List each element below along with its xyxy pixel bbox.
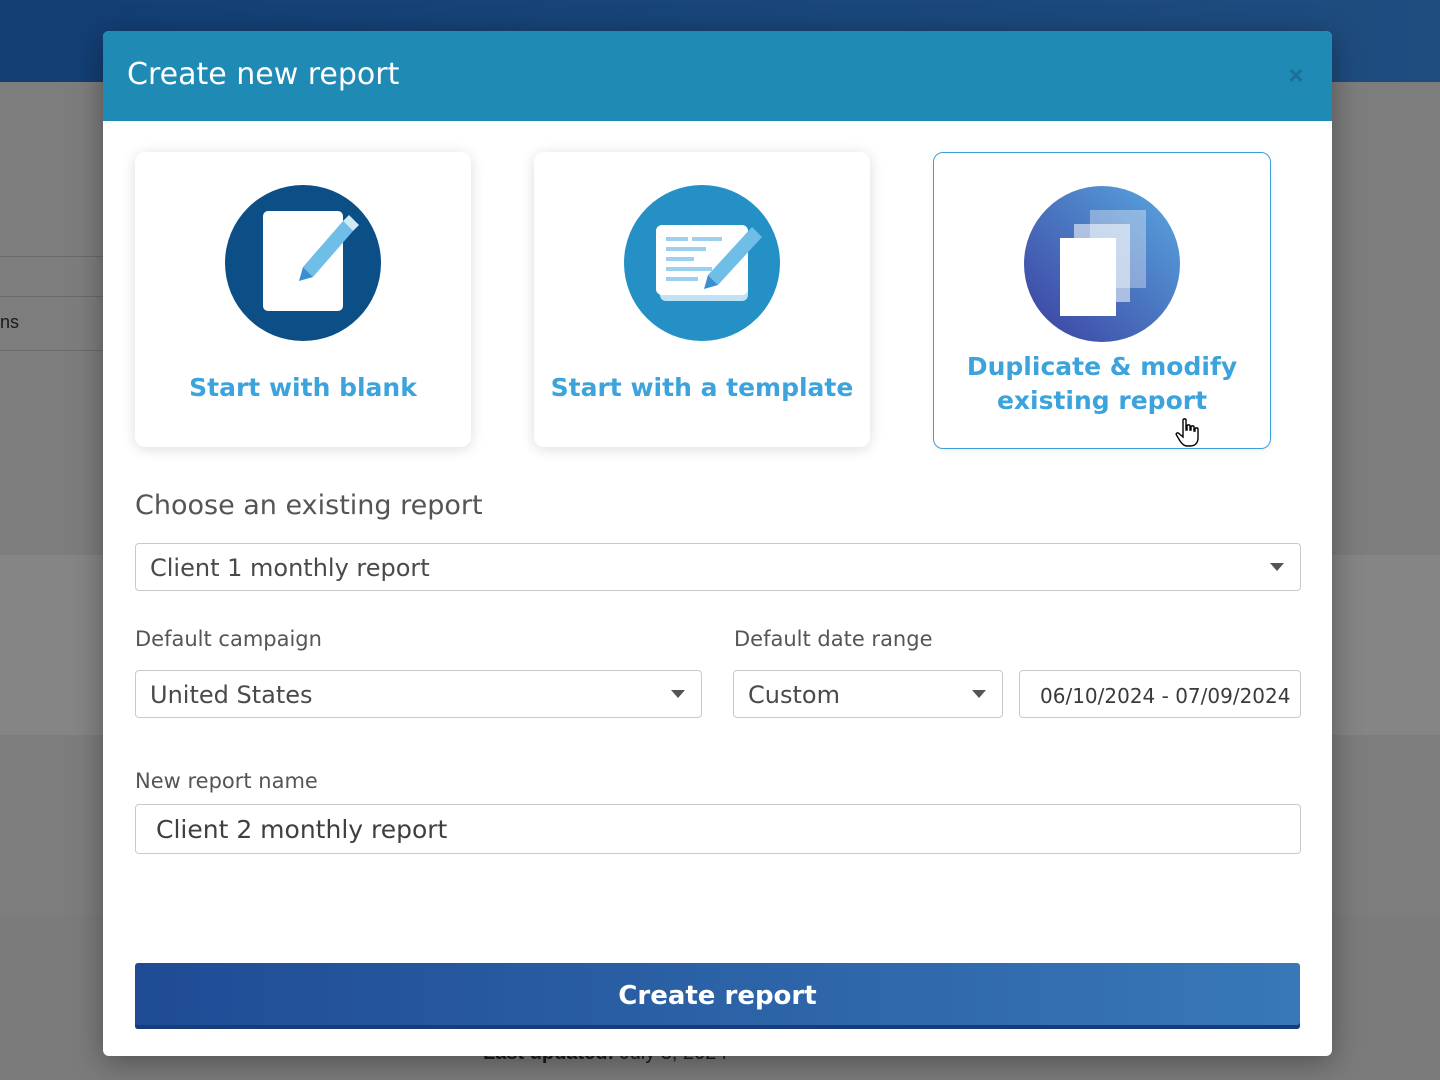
start-template-card[interactable]: Start with a template — [534, 152, 870, 447]
existing-report-value: Client 1 monthly report — [150, 554, 430, 582]
duplicate-documents-icon — [1024, 186, 1180, 342]
bg-sidebar-text: ns — [0, 312, 20, 332]
default-campaign-select[interactable]: United States — [135, 670, 702, 718]
blank-document-icon — [225, 185, 381, 341]
duplicate-report-label-line1: Duplicate & modify — [966, 352, 1238, 381]
choose-existing-heading: Choose an existing report — [135, 490, 483, 521]
custom-date-range-value: 06/10/2024 - 07/09/2024 — [1040, 684, 1291, 708]
start-template-label: Start with a template — [550, 373, 854, 402]
modal-header: Create new report × — [103, 31, 1332, 121]
create-report-modal: Create new report × Start with blank Sta… — [103, 31, 1332, 1056]
start-blank-card[interactable]: Start with blank — [135, 152, 471, 447]
template-document-icon — [624, 185, 780, 341]
default-date-range-label: Default date range — [734, 627, 933, 651]
bg-divider — [0, 350, 103, 351]
chevron-down-icon — [671, 690, 685, 698]
bg-divider — [0, 256, 103, 257]
modal-title: Create new report — [127, 57, 400, 92]
existing-report-select[interactable]: Client 1 monthly report — [135, 543, 1301, 591]
chevron-down-icon — [972, 690, 986, 698]
custom-date-range-field[interactable]: 06/10/2024 - 07/09/2024 — [1019, 670, 1301, 718]
duplicate-report-label-line2: existing report — [996, 386, 1208, 415]
default-campaign-label: Default campaign — [135, 627, 322, 651]
new-report-name-value: Client 2 monthly report — [156, 815, 448, 844]
new-report-name-input[interactable]: Client 2 monthly report — [135, 804, 1301, 854]
date-range-select[interactable]: Custom — [733, 670, 1003, 718]
chevron-down-icon — [1270, 563, 1284, 571]
new-report-name-label: New report name — [135, 769, 318, 793]
create-report-button[interactable]: Create report — [135, 963, 1300, 1029]
hand-pointer-icon — [1175, 418, 1199, 447]
duplicate-report-card[interactable]: Duplicate & modify existing report — [933, 152, 1271, 449]
close-icon[interactable]: × — [1282, 61, 1310, 89]
bg-divider — [0, 296, 103, 297]
start-blank-label: Start with blank — [189, 373, 417, 402]
date-range-value: Custom — [748, 681, 840, 709]
default-campaign-value: United States — [150, 681, 313, 709]
